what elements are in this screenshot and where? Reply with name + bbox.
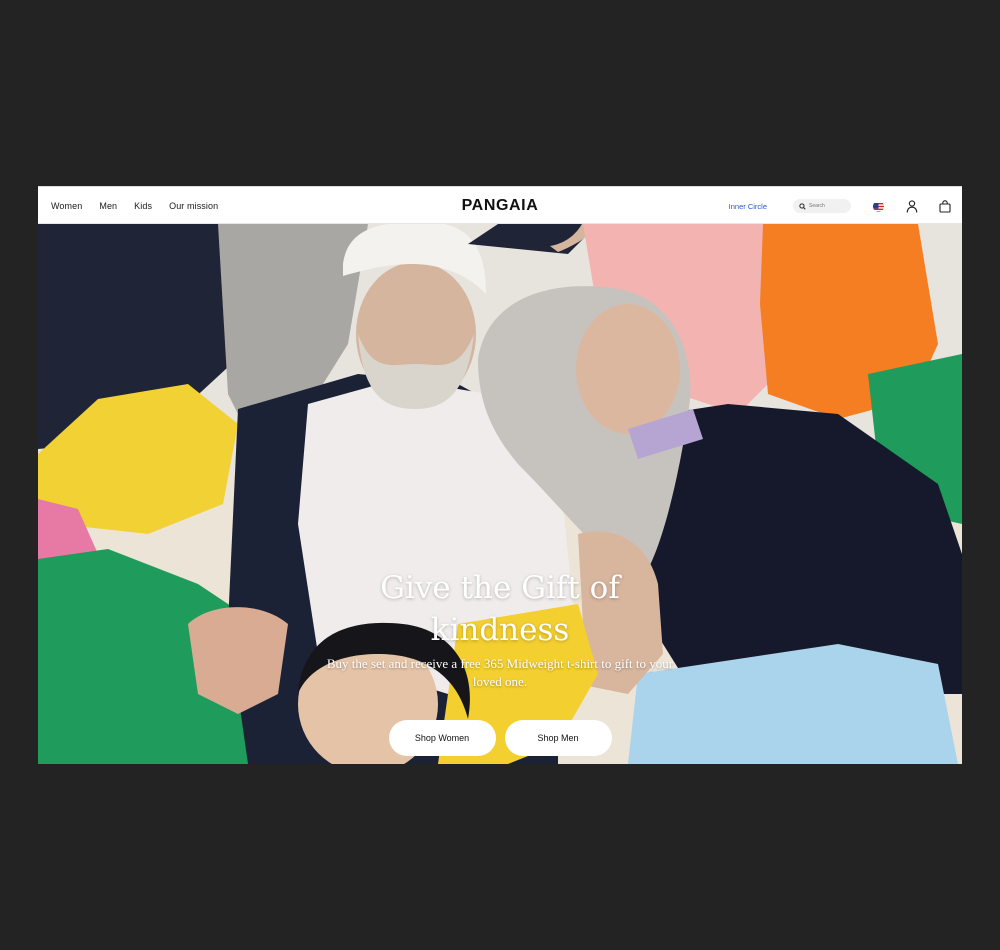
browser-viewport: Women Men Kids Our mission PANGAIA Inner… (38, 186, 962, 764)
hero-cta-group: Shop Women Shop Men (38, 720, 962, 756)
hero-banner: Give the Gift of kindness Buy the set an… (38, 224, 962, 764)
hero-copy: Give the Gift of kindness Buy the set an… (38, 567, 962, 691)
hero-subline: Buy the set and receive a free 365 Midwe… (326, 656, 674, 689)
shop-women-button[interactable]: Shop Women (388, 720, 496, 756)
shopping-bag-icon[interactable] (938, 199, 952, 213)
pangaia-logo[interactable]: PANGAIA (462, 197, 539, 215)
search-icon (799, 202, 806, 210)
user-icon[interactable] (905, 199, 919, 213)
header-actions: Inner Circle (729, 187, 952, 225)
us-flag-icon[interactable] (873, 201, 884, 212)
inner-circle-link[interactable]: Inner Circle (729, 202, 767, 211)
search-box[interactable] (793, 199, 851, 213)
hero-headline: Give the Gift of kindness (380, 570, 620, 648)
search-input[interactable] (806, 203, 847, 209)
shop-men-button[interactable]: Shop Men (504, 720, 612, 756)
site-header: Women Men Kids Our mission PANGAIA Inner… (38, 186, 962, 224)
